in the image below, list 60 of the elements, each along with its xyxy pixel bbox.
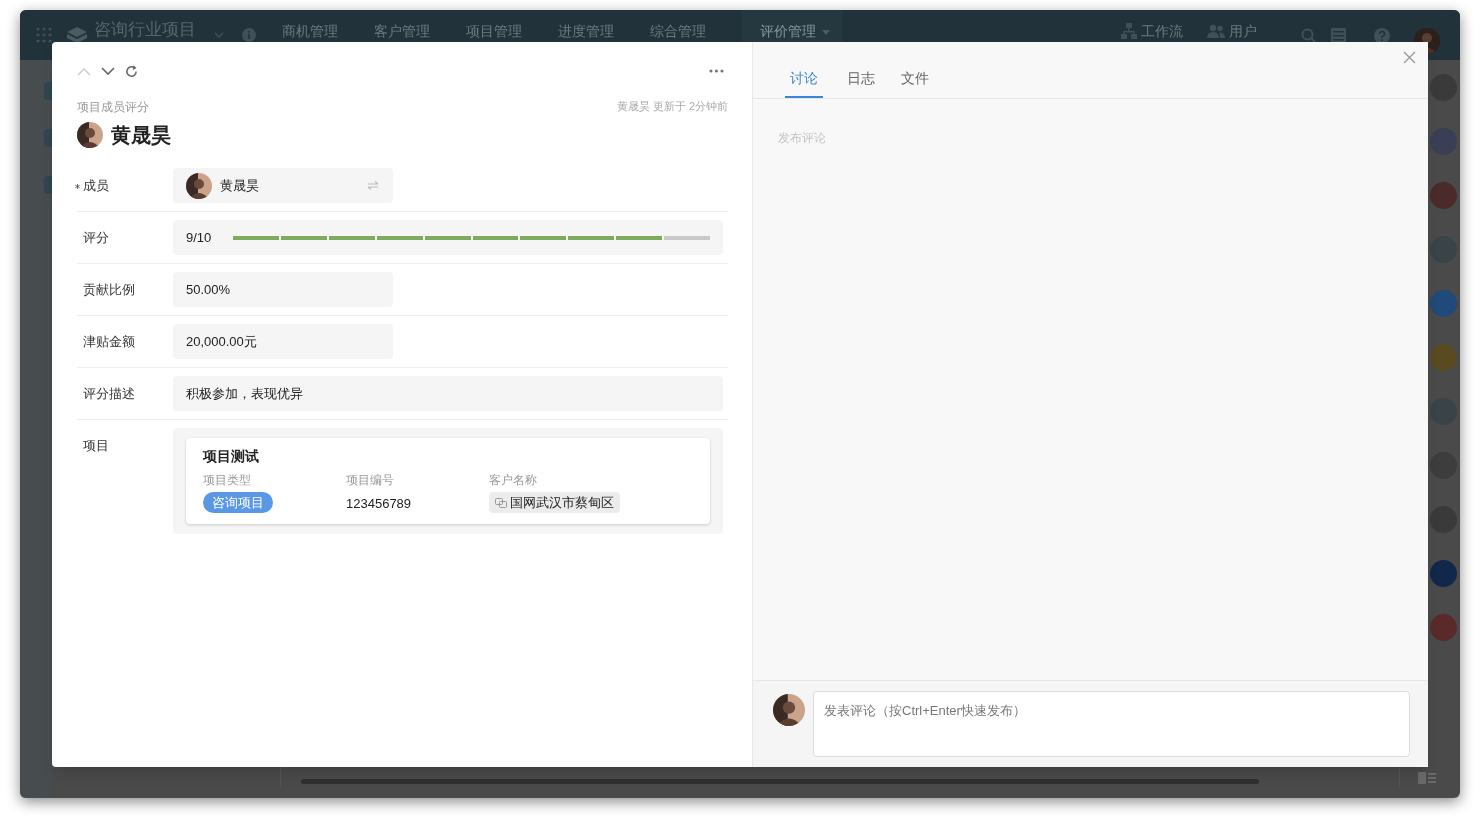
column-label: 客户名称 — [489, 472, 537, 489]
collapse-panel-icon[interactable] — [1418, 772, 1436, 784]
field-label: 项目 — [83, 436, 109, 455]
nav-tab[interactable]: 商机管理 — [282, 22, 338, 40]
field-label: 成员 — [83, 176, 109, 195]
column-label: 项目类型 — [203, 472, 251, 489]
more-icon[interactable] — [709, 69, 724, 73]
scrollbar-thumb[interactable] — [301, 779, 1259, 784]
linked-record-icon — [495, 497, 507, 508]
nav-tab[interactable]: 项目管理 — [466, 22, 522, 40]
sidebar-icon[interactable] — [44, 82, 52, 100]
nav-tab[interactable]: 进度管理 — [558, 22, 614, 40]
sidebar-icon[interactable] — [44, 176, 52, 194]
text-field[interactable]: 50.00% — [173, 272, 393, 307]
record-type-label: 项目成员评分 — [77, 99, 149, 116]
project-number: 123456789 — [346, 495, 412, 513]
customer-link[interactable]: 国网武汉市蔡甸区 — [489, 492, 620, 513]
text-field[interactable]: 20,000.00元 — [173, 324, 393, 359]
chevron-down-icon[interactable] — [101, 66, 115, 76]
avatar[interactable] — [1430, 560, 1457, 587]
avatar[interactable] — [1430, 344, 1457, 371]
swap-icon[interactable] — [367, 181, 379, 190]
updated-info: 黄晟昊 更新于 2分钟前 — [616, 99, 728, 114]
tab[interactable]: 日志 — [845, 68, 877, 98]
member-field[interactable]: 黄晟昊 — [173, 168, 393, 203]
type-tag: 咨询项目 — [203, 492, 273, 513]
avatar[interactable] — [1430, 290, 1457, 317]
project-card[interactable]: 项目测试 项目类型 咨询项目 项目编号 123456789 客户名称 国网武汉市蔡甸区 — [186, 438, 710, 524]
field-label: 评分描述 — [83, 384, 135, 403]
nav-tab[interactable]: 客户管理 — [374, 22, 430, 40]
field-label: 津贴金额 — [83, 332, 135, 351]
column-label: 项目编号 — [346, 472, 394, 489]
record-title: 黄晟昊 — [111, 123, 171, 148]
caret-icon[interactable] — [822, 30, 830, 35]
hierarchy-icon — [1121, 23, 1137, 39]
users-icon — [1207, 24, 1225, 38]
comment-input[interactable]: 发表评论（按Ctrl+Enter快速发布） — [813, 691, 1410, 757]
nav-link[interactable]: 用户 — [1229, 22, 1257, 40]
search-icon[interactable] — [1301, 28, 1317, 44]
info-icon[interactable] — [242, 28, 256, 42]
tab[interactable]: 文件 — [899, 68, 931, 98]
text-field[interactable]: 积极参加，表现优异 — [173, 376, 723, 411]
project-name: 项目测试 — [203, 447, 260, 466]
sidebar-icon[interactable] — [44, 129, 52, 147]
field-label: 贡献比例 — [83, 280, 135, 299]
rating-value: 9/10 — [186, 228, 213, 247]
project-field[interactable]: 项目测试 项目类型 咨询项目 项目编号 123456789 客户名称 国网武汉市蔡甸区 — [173, 428, 723, 534]
avatar[interactable] — [1430, 614, 1457, 641]
refresh-icon[interactable] — [125, 64, 138, 78]
logo-icon — [66, 26, 88, 44]
avatar[interactable] — [1430, 182, 1457, 209]
rating-bar[interactable] — [233, 235, 710, 240]
chevron-up-icon[interactable] — [77, 66, 91, 76]
nav-tab[interactable]: 评价管理 — [760, 22, 816, 40]
nav-link[interactable]: 工作流 — [1141, 22, 1183, 40]
tab[interactable]: 讨论 — [785, 68, 823, 98]
close-icon[interactable] — [1403, 51, 1416, 64]
field-label: 评分 — [83, 228, 109, 247]
nav-tab[interactable]: 综合管理 — [650, 22, 706, 40]
apps-grid-icon[interactable] — [36, 27, 52, 43]
